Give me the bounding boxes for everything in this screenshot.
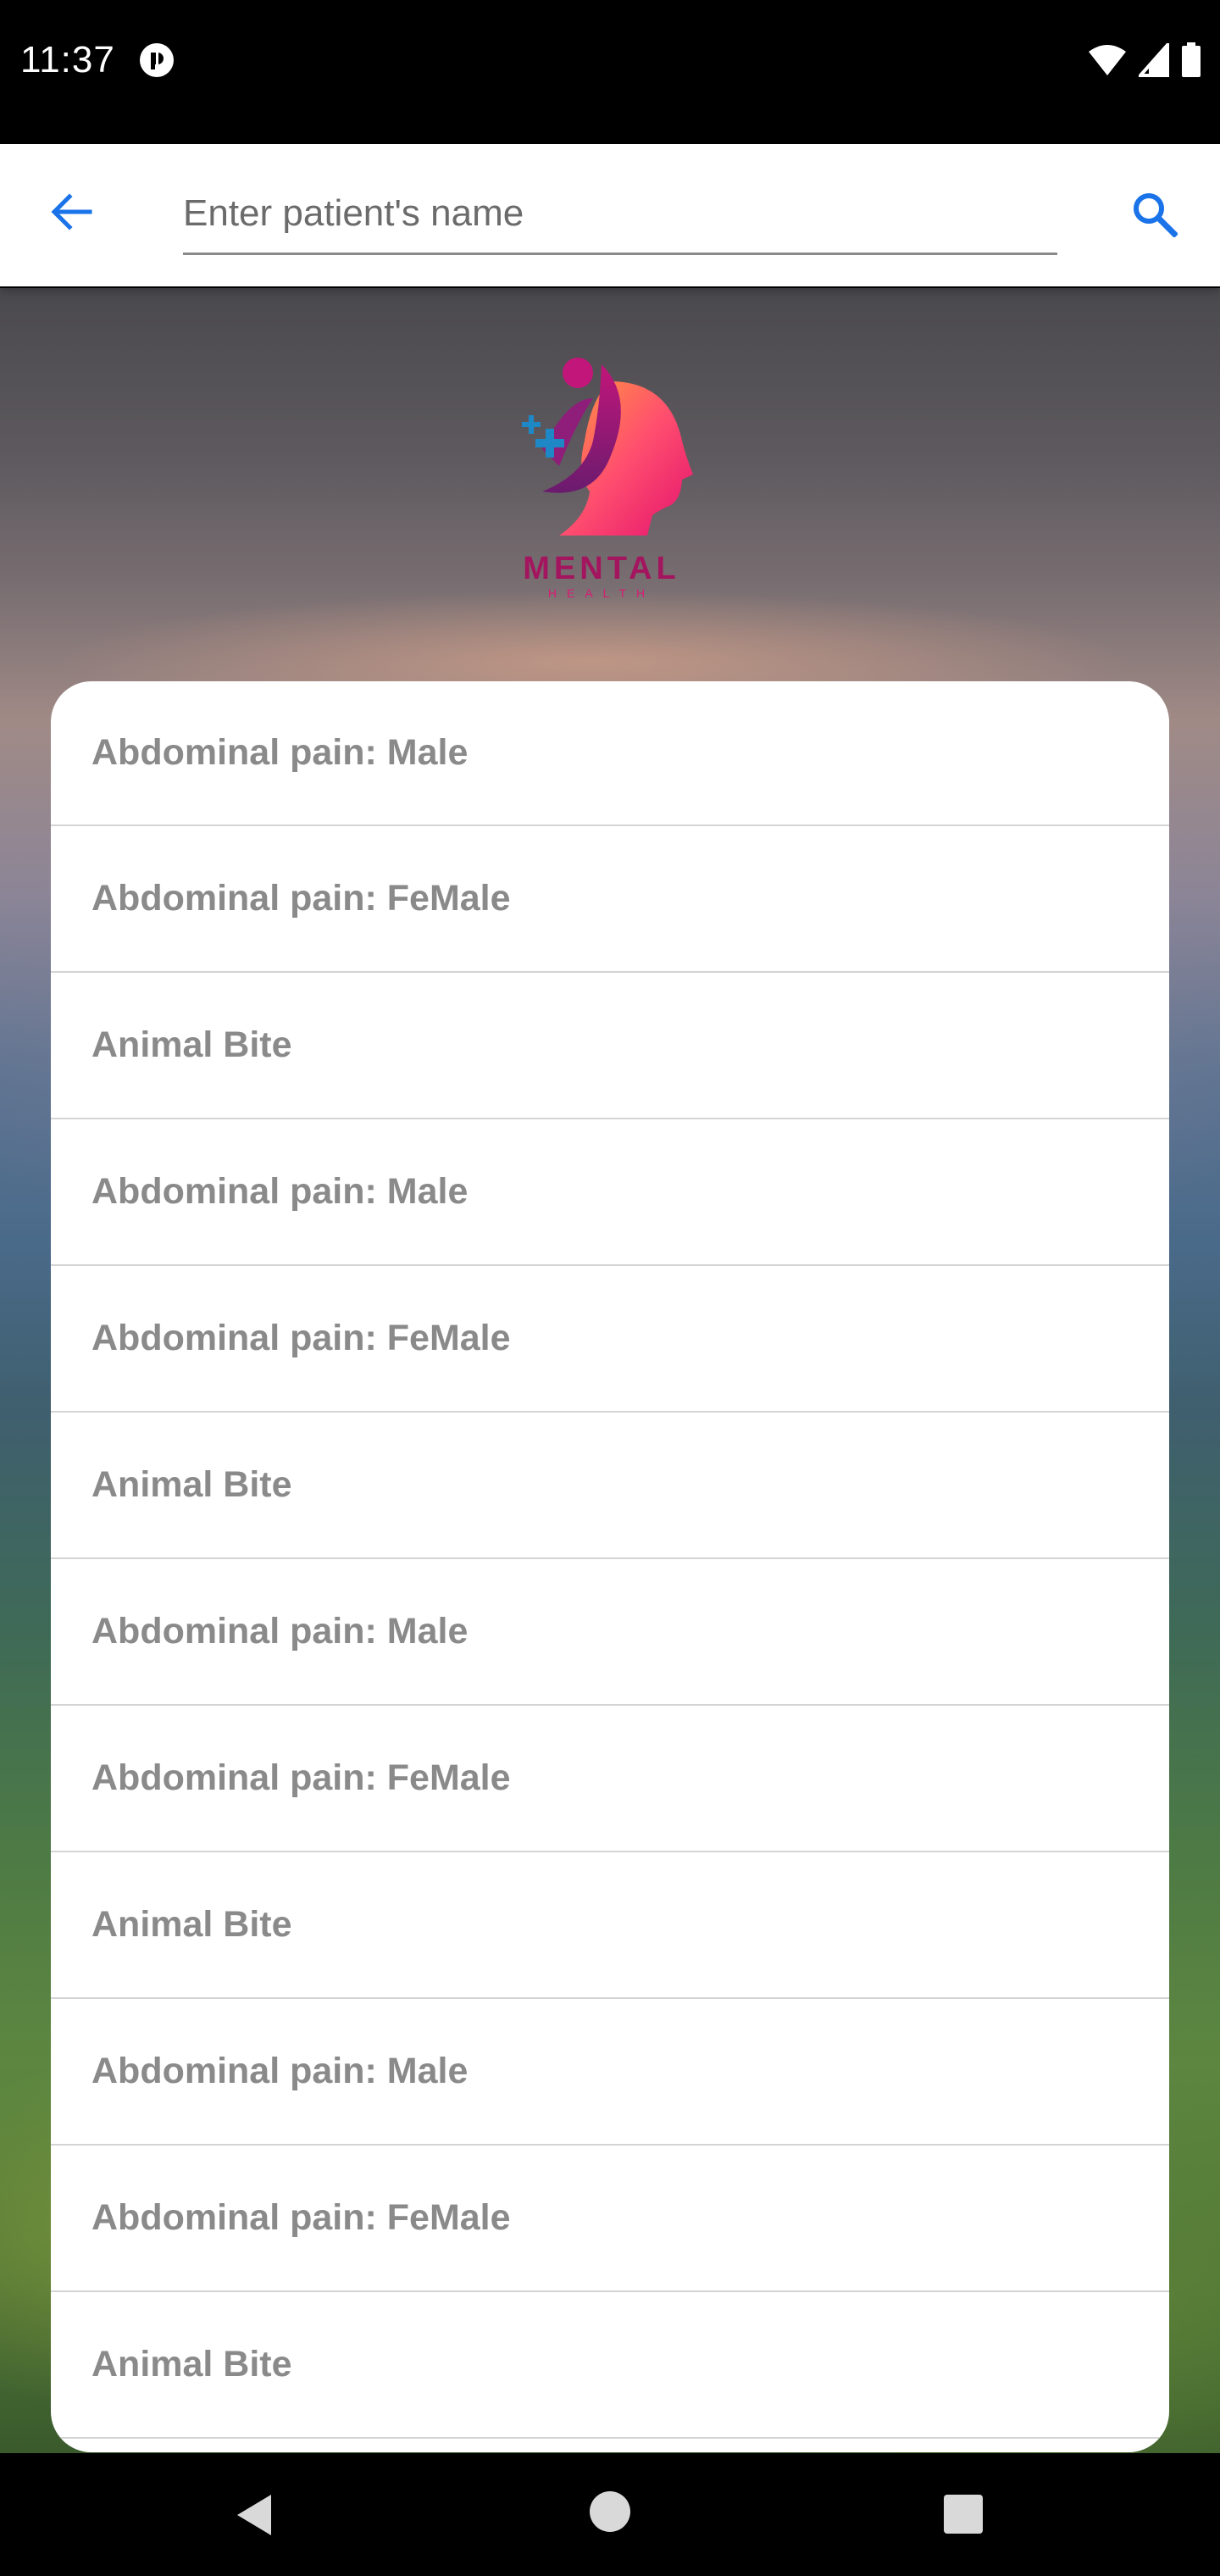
screen: 11:37 Enter patient's name MENTAL HEALTH…	[0, 0, 1220, 2576]
app-notification-icon	[139, 42, 175, 78]
battery-icon	[1181, 42, 1201, 82]
list-item[interactable]: Abdominal pain: Male	[51, 1559, 1169, 1706]
list-item[interactable]: Animal Bite	[51, 2292, 1169, 2439]
status-icons	[1088, 40, 1201, 82]
list-item[interactable]: Animal Bite	[51, 973, 1169, 1119]
search-icon	[1130, 190, 1178, 242]
list-item[interactable]: Abdominal pain: FeMale	[51, 1266, 1169, 1413]
cellular-signal-icon	[1136, 40, 1169, 81]
nav-back-icon[interactable]	[229, 2488, 283, 2542]
back-button[interactable]	[41, 183, 102, 244]
nav-recents-icon[interactable]	[944, 2495, 983, 2534]
logo-subtitle: HEALTH	[547, 586, 656, 600]
status-bar: 11:37	[0, 0, 1220, 142]
list-item[interactable]: Animal Bite	[51, 1413, 1169, 1559]
nav-home-icon[interactable]	[590, 2491, 630, 2532]
list-item[interactable]: Animal Bite	[51, 1852, 1169, 1999]
search-app-bar	[0, 144, 1220, 286]
search-button[interactable]	[1122, 183, 1186, 247]
head-logo-icon	[522, 358, 693, 536]
status-time: 11:37	[20, 39, 115, 80]
list-item[interactable]: Abdominal pain: FeMale	[51, 826, 1169, 973]
arrow-left-icon	[49, 190, 93, 238]
conditions-list: Abdominal pain: Male Abdominal pain: FeM…	[51, 681, 1169, 2452]
patient-search-input[interactable]	[183, 175, 1057, 255]
list-item[interactable]: Abdominal pain: Male	[51, 1999, 1169, 2146]
list-item[interactable]: Abdominal pain: FeMale	[51, 2146, 1169, 2292]
wifi-icon	[1088, 43, 1127, 81]
system-navigation-bar	[0, 2454, 1220, 2576]
list-item[interactable]: Abdominal pain: FeMale	[51, 1706, 1169, 1852]
list-item[interactable]: Abdominal pain: Male	[51, 681, 1169, 826]
list-item[interactable]: Abdominal pain: Male	[51, 1119, 1169, 1266]
mental-health-logo: MENTAL HEALTH	[508, 347, 712, 610]
logo-title: MENTAL	[523, 551, 680, 586]
